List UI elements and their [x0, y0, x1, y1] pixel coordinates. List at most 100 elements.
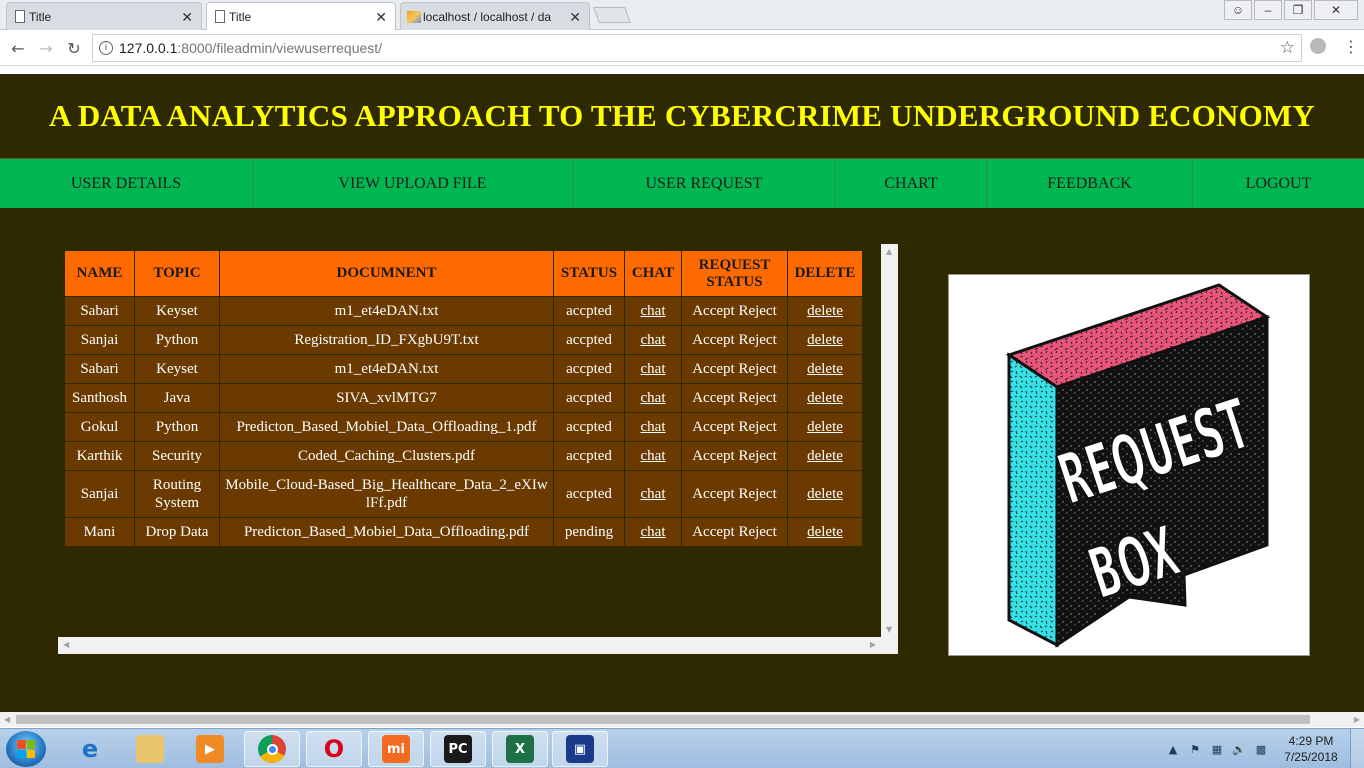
- taskbar-app-mi[interactable]: mi: [368, 731, 424, 767]
- chat-link[interactable]: chat: [641, 303, 666, 319]
- page-content: A DATA ANALYTICS APPROACH TO THE CYBERCR…: [0, 74, 1364, 712]
- chat-cell: chat: [624, 470, 682, 518]
- reload-icon[interactable]: ↻: [64, 38, 84, 58]
- scroll-down-arrow-icon[interactable]: ▼: [886, 625, 892, 634]
- delete-link[interactable]: delete: [807, 361, 843, 377]
- col-chat-header: CHAT: [624, 250, 682, 297]
- show-desktop-button[interactable]: [1350, 729, 1364, 768]
- nav-feedback[interactable]: FEEDBACK: [987, 159, 1193, 208]
- nav-user-details[interactable]: USER DETAILS: [0, 159, 253, 208]
- delete-cell: delete: [787, 470, 863, 518]
- cell-name: Mani: [64, 517, 135, 547]
- page-header: A DATA ANALYTICS APPROACH TO THE CYBERCR…: [0, 74, 1364, 158]
- new-tab-button[interactable]: [593, 7, 631, 23]
- taskbar-app-remote-app[interactable]: ▣: [552, 731, 608, 767]
- table-vertical-scrollbar[interactable]: ▲ ▼: [881, 244, 898, 637]
- cell-document: Predicton_Based_Mobiel_Data_Offloading_1…: [219, 412, 554, 442]
- cell-topic: Python: [134, 325, 220, 355]
- network-icon[interactable]: ▦: [1209, 742, 1225, 756]
- url-host: 127.0.0.1: [119, 40, 178, 56]
- taskbar-app-media-player[interactable]: ▶: [182, 731, 238, 767]
- url-path: :8000/fileadmin/viewuserrequest/: [177, 40, 383, 56]
- close-tab-icon[interactable]: ✕: [569, 9, 581, 26]
- chat-link[interactable]: chat: [641, 390, 666, 406]
- close-tab-icon[interactable]: ✕: [181, 9, 193, 26]
- delete-link[interactable]: delete: [807, 390, 843, 406]
- action-center-flag-icon[interactable]: ⚑: [1187, 742, 1203, 756]
- close-tab-icon[interactable]: ✕: [375, 9, 387, 26]
- browser-tab-2[interactable]: Title ✕: [206, 2, 396, 31]
- chat-link[interactable]: chat: [641, 524, 666, 540]
- nav-logout[interactable]: LOGOUT: [1193, 159, 1364, 208]
- nav-chart[interactable]: CHART: [836, 159, 987, 208]
- browser-tab-3[interactable]: localhost / localhost / da ✕: [400, 2, 590, 30]
- taskbar-app-excel[interactable]: X: [492, 731, 548, 767]
- tab-title: Title: [29, 9, 52, 24]
- menu-kebab-icon[interactable]: ⋮: [1343, 37, 1359, 56]
- taskbar-app-chrome[interactable]: [244, 731, 300, 767]
- cell-document: m1_et4eDAN.txt: [219, 354, 554, 384]
- chat-link[interactable]: chat: [641, 486, 666, 502]
- system-tray: ▲ ⚑ ▦ 🔊 ▩ 4:29 PM 7/25/2018: [1162, 729, 1364, 768]
- user-profile-icon[interactable]: ☺: [1224, 0, 1252, 20]
- scroll-left-arrow-icon[interactable]: ◀: [63, 640, 69, 649]
- scroll-up-arrow-icon[interactable]: ▲: [886, 247, 892, 256]
- nav-view-upload-file[interactable]: VIEW UPLOAD FILE: [253, 159, 573, 208]
- taskbar-app-pycharm[interactable]: PC: [430, 731, 486, 767]
- cell-request-status: Accept Reject: [681, 517, 788, 547]
- page-icon: [215, 10, 225, 23]
- browser-tab-1[interactable]: Title ✕: [6, 2, 202, 30]
- delete-link[interactable]: delete: [807, 524, 843, 540]
- page-horizontal-scrollbar[interactable]: ◀ ▶: [0, 712, 1364, 727]
- scroll-left-arrow-icon[interactable]: ◀: [4, 715, 10, 724]
- address-bar[interactable]: i 127.0.0.1:8000/fileadmin/viewuserreque…: [92, 34, 1302, 62]
- file-explorer-icon: [136, 735, 164, 763]
- cell-name: Sanjai: [64, 470, 135, 518]
- forward-arrow-icon[interactable]: →: [36, 38, 56, 58]
- tab-title: Title: [229, 10, 252, 24]
- page-icon: [15, 10, 25, 23]
- table-horizontal-scrollbar[interactable]: ◀ ▶: [58, 637, 898, 654]
- mi-icon: mi: [382, 735, 410, 763]
- volume-icon[interactable]: 🔊: [1231, 742, 1247, 756]
- nav-user-request[interactable]: USER REQUEST: [573, 159, 836, 208]
- language-flag-icon[interactable]: ▩: [1253, 742, 1269, 756]
- table-header-row: NAME TOPIC DOCUMNENT STATUS CHAT REQUEST…: [64, 250, 863, 297]
- extension-icon[interactable]: [1310, 38, 1326, 54]
- delete-link[interactable]: delete: [807, 448, 843, 464]
- chat-link[interactable]: chat: [641, 361, 666, 377]
- clock-date: 7/25/2018: [1284, 750, 1338, 764]
- taskbar-clock[interactable]: 4:29 PM 7/25/2018: [1272, 733, 1350, 765]
- start-button[interactable]: [6, 731, 46, 767]
- chat-link[interactable]: chat: [641, 419, 666, 435]
- window-controls: ☺ – ❐ ✕: [1222, 0, 1358, 20]
- scroll-right-arrow-icon[interactable]: ▶: [1354, 715, 1360, 724]
- request-table-container: NAME TOPIC DOCUMNENT STATUS CHAT REQUEST…: [58, 244, 898, 654]
- cell-request-status: Accept Reject: [681, 470, 788, 518]
- restore-button[interactable]: ❐: [1284, 0, 1312, 20]
- col-topic-header: TOPIC: [134, 250, 220, 297]
- delete-link[interactable]: delete: [807, 486, 843, 502]
- chat-cell: chat: [624, 517, 682, 547]
- show-hidden-icons-icon[interactable]: ▲: [1165, 742, 1181, 756]
- cell-request-status: Accept Reject: [681, 412, 788, 442]
- cell-request-status: Accept Reject: [681, 296, 788, 326]
- bookmark-star-icon[interactable]: ☆: [1280, 38, 1295, 58]
- back-arrow-icon[interactable]: ←: [8, 38, 28, 58]
- chat-link[interactable]: chat: [641, 448, 666, 464]
- cell-document: Predicton_Based_Mobiel_Data_Offloading.p…: [219, 517, 554, 547]
- delete-link[interactable]: delete: [807, 303, 843, 319]
- taskbar-app-file-explorer[interactable]: [122, 731, 178, 767]
- close-window-button[interactable]: ✕: [1314, 0, 1358, 20]
- delete-link[interactable]: delete: [807, 332, 843, 348]
- taskbar-app-internet-explorer[interactable]: e: [62, 731, 118, 767]
- minimize-button[interactable]: –: [1254, 0, 1282, 20]
- info-icon[interactable]: i: [99, 41, 113, 55]
- request-table: NAME TOPIC DOCUMNENT STATUS CHAT REQUEST…: [64, 250, 863, 547]
- delete-link[interactable]: delete: [807, 419, 843, 435]
- delete-cell: delete: [787, 383, 863, 413]
- chat-link[interactable]: chat: [641, 332, 666, 348]
- taskbar-app-opera[interactable]: O: [306, 731, 362, 767]
- scrollbar-thumb[interactable]: [16, 715, 1310, 724]
- scroll-right-arrow-icon[interactable]: ▶: [870, 640, 876, 649]
